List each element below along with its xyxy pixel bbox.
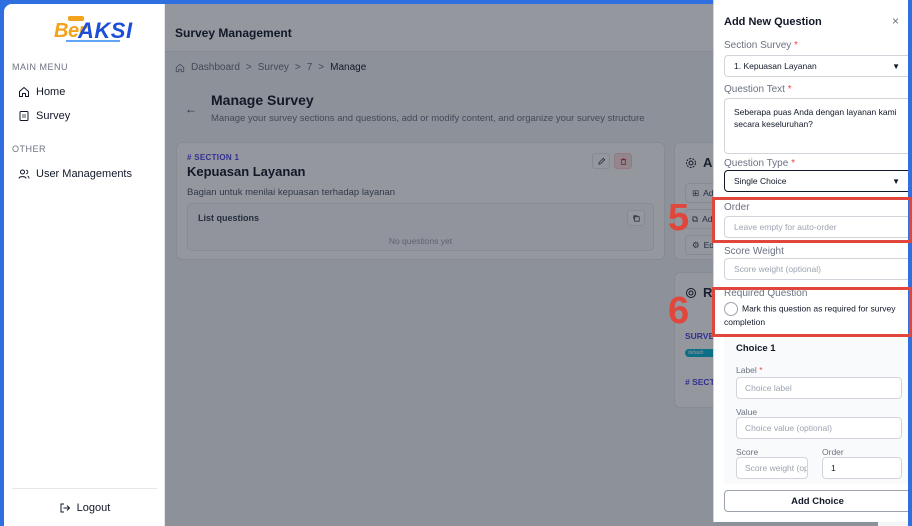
add-question-drawer: Add New Question × Section Survey * 1. K… — [713, 0, 908, 522]
drawer-title: Add New Question — [724, 16, 822, 28]
choice-value-input[interactable]: Choice value (optional) — [736, 417, 902, 439]
caret-down-icon: ▼ — [892, 176, 900, 186]
score-weight-label: Score Weight — [724, 246, 784, 257]
logout-button[interactable]: Logout — [12, 488, 157, 526]
choice-card: Choice 1 Label * Choice label Value Choi… — [724, 334, 908, 484]
choice-title: Choice 1 — [736, 343, 776, 354]
required-mark: * — [794, 40, 798, 51]
sidebar: Ber AKSI MAIN MENU Home Survey OTHER Use… — [4, 4, 165, 526]
required-mark: * — [791, 158, 795, 169]
step-5-label: 5 — [668, 197, 690, 239]
sidebar-item-label: Survey — [36, 110, 71, 122]
other-label: OTHER — [12, 144, 46, 154]
sidebar-item-survey[interactable]: Survey — [18, 110, 70, 122]
sidebar-item-user-managements[interactable]: User Managements — [18, 168, 132, 180]
berAKSI-logo[interactable]: Ber AKSI — [48, 16, 140, 44]
logout-label: Logout — [76, 501, 111, 514]
choice-label-label: Label * — [736, 365, 763, 375]
label-text: Question Type — [724, 158, 789, 169]
logo-tagline — [66, 40, 120, 42]
label-text: Label — [736, 365, 757, 375]
section-survey-select[interactable]: 1. Kepuasan Layanan ▼ — [724, 55, 908, 77]
choice-order-label: Order — [822, 447, 844, 457]
choice-value-label: Value — [736, 407, 758, 417]
users-icon — [18, 169, 30, 179]
home-icon — [19, 86, 29, 97]
choice-score-label: Score — [736, 447, 759, 457]
label-text: Section Survey — [724, 40, 792, 51]
order-highlight-box — [712, 197, 912, 243]
document-icon — [19, 111, 29, 121]
choice-order-input[interactable]: 1 — [822, 457, 902, 479]
sidebar-item-home[interactable]: Home — [18, 86, 65, 98]
caret-down-icon: ▼ — [892, 61, 900, 71]
choice-score-input[interactable]: Score weight (optional) — [736, 457, 808, 479]
question-type-value: Single Choice — [734, 176, 787, 186]
section-survey-value: 1. Kepuasan Layanan — [734, 61, 817, 71]
required-mark: * — [759, 365, 763, 375]
close-icon[interactable]: × — [892, 14, 899, 28]
question-type-select[interactable]: Single Choice ▼ — [724, 170, 908, 192]
logout-icon — [60, 503, 70, 512]
question-text-area[interactable]: Seberapa puas Anda dengan layanan kami s… — [724, 98, 908, 154]
score-weight-input[interactable]: Score weight (optional) — [724, 258, 908, 280]
section-survey-label: Section Survey * — [724, 40, 798, 51]
label-text: Question Text — [724, 84, 785, 95]
question-text-label: Question Text * — [724, 84, 792, 95]
question-type-label: Question Type * — [724, 158, 795, 169]
sidebar-item-label: Home — [36, 86, 66, 98]
main-menu-label: MAIN MENU — [12, 62, 68, 72]
choice-label-input[interactable]: Choice label — [736, 377, 902, 399]
required-highlight-box — [712, 287, 912, 337]
required-mark: * — [787, 84, 792, 95]
sidebar-item-label: User Managements — [36, 168, 132, 180]
add-choice-button[interactable]: Add Choice — [724, 490, 908, 512]
step-6-label: 6 — [668, 290, 690, 332]
